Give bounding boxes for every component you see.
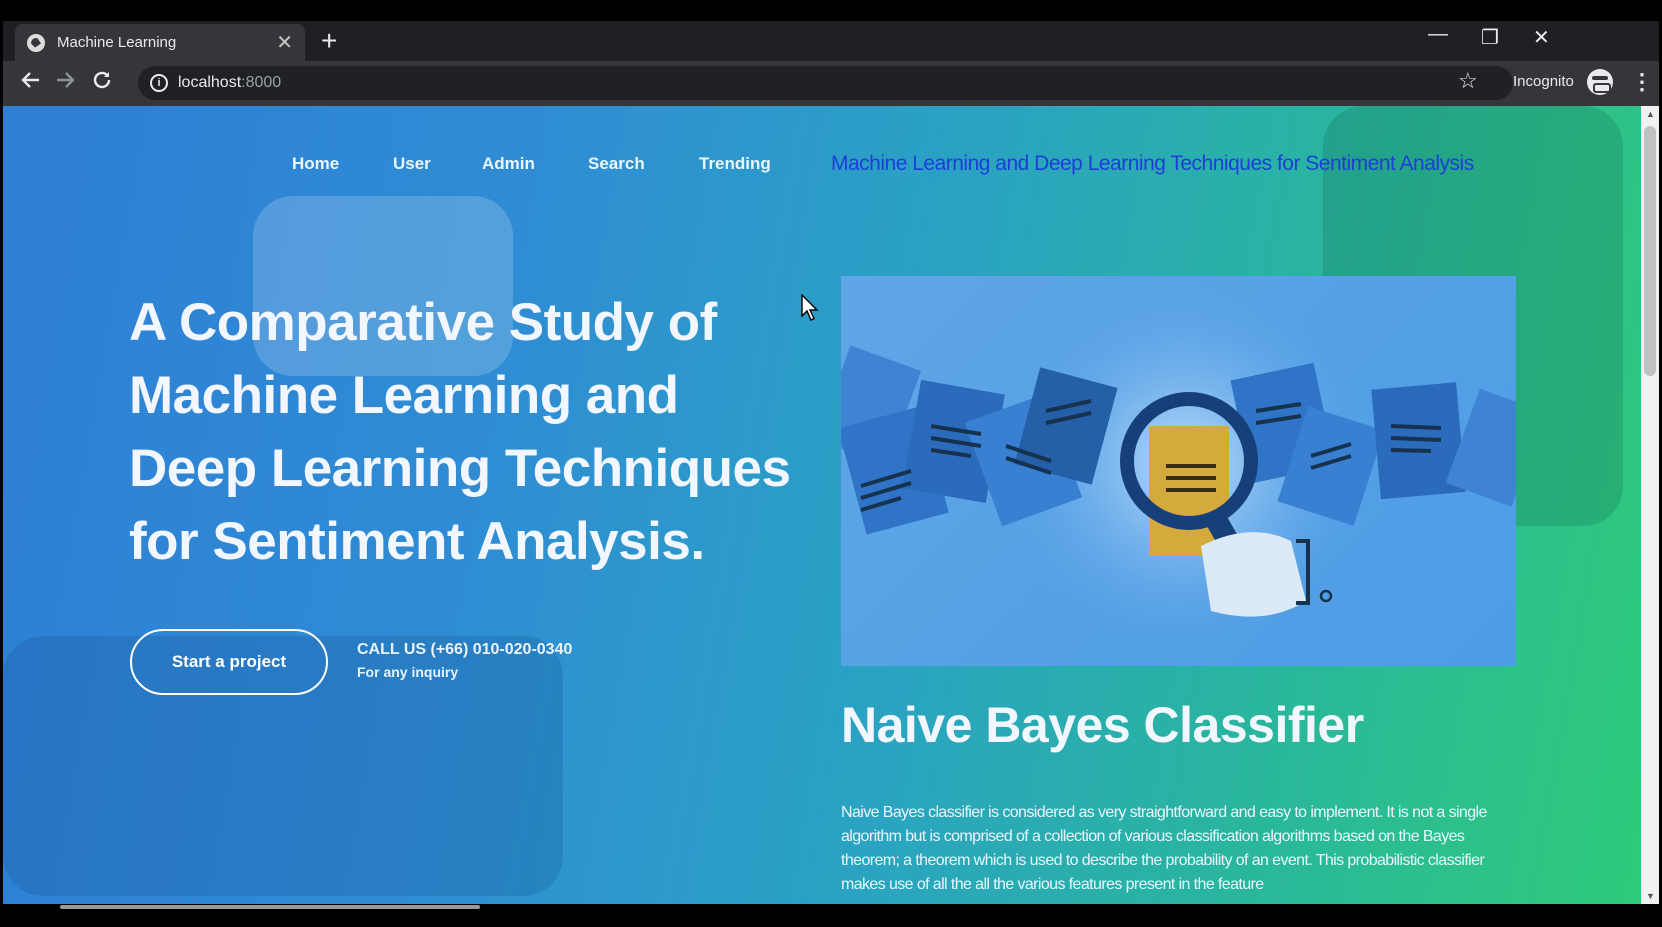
arrow-left-icon xyxy=(21,72,39,88)
new-tab-button[interactable]: + xyxy=(321,27,337,55)
call-us-text: CALL US (+66) 010-020-0340 xyxy=(357,641,573,658)
tab-close-icon[interactable]: ✕ xyxy=(276,33,293,53)
nav-search[interactable]: Search xyxy=(588,154,645,174)
arrow-right-icon xyxy=(57,72,75,88)
address-bar[interactable]: i localhost :8000 xyxy=(138,66,1513,100)
scroll-down-icon[interactable]: ▼ xyxy=(1646,891,1655,901)
window-close-button[interactable]: ✕ xyxy=(1533,25,1550,50)
inquiry-text: For any inquiry xyxy=(357,664,459,680)
url-port: :8000 xyxy=(241,74,282,91)
tab-strip: Machine Learning ✕ + — ❐ ✕ xyxy=(3,21,1659,61)
section-body: Naive Bayes classifier is considered as … xyxy=(841,804,1487,893)
forward-button[interactable] xyxy=(55,69,77,96)
globe-icon xyxy=(27,33,45,52)
nav-user[interactable]: User xyxy=(393,154,431,174)
nav-home[interactable]: Home xyxy=(292,154,339,174)
section-title: Naive Bayes Classifier xyxy=(841,697,1364,753)
hero-title: A Comparative Study of Machine Learning … xyxy=(129,293,791,571)
incognito-icon[interactable] xyxy=(1587,69,1613,95)
incognito-label: Incognito xyxy=(1513,73,1574,90)
browser-toolbar: i localhost :8000 ☆ Incognito ⋮ xyxy=(3,61,1659,106)
nav-trending[interactable]: Trending xyxy=(699,154,771,174)
back-button[interactable] xyxy=(19,69,41,96)
scroll-up-icon[interactable]: ▲ xyxy=(1646,109,1655,119)
document-search-illustration xyxy=(841,276,1516,666)
reload-icon xyxy=(93,71,111,89)
info-icon[interactable]: i xyxy=(150,74,168,92)
site-brand[interactable]: Machine Learning and Deep Learning Techn… xyxy=(831,152,1474,176)
reload-button[interactable] xyxy=(91,69,113,96)
vertical-scrollbar[interactable]: ▲ ▼ xyxy=(1641,106,1659,904)
start-project-button[interactable]: Start a project xyxy=(130,629,328,695)
browser-tab[interactable]: Machine Learning ✕ xyxy=(15,24,305,61)
minimize-button[interactable]: — xyxy=(1428,23,1448,46)
horizontal-scrollbar-thumb[interactable] xyxy=(60,905,480,909)
url-host: localhost xyxy=(178,74,242,91)
scrollbar-thumb[interactable] xyxy=(1644,126,1656,376)
bookmark-star-icon[interactable]: ☆ xyxy=(1458,68,1478,94)
restore-button[interactable]: ❐ xyxy=(1481,25,1499,50)
page-viewport: Home User Admin Search Trending Machine … xyxy=(3,106,1641,904)
screen-top-bar xyxy=(0,0,1662,21)
nav-admin[interactable]: Admin xyxy=(482,154,535,174)
kebab-menu-icon[interactable]: ⋮ xyxy=(1631,69,1653,95)
horizontal-scrollbar[interactable] xyxy=(0,904,1662,927)
mouse-cursor-icon xyxy=(801,294,819,321)
tab-title: Machine Learning xyxy=(57,34,177,51)
